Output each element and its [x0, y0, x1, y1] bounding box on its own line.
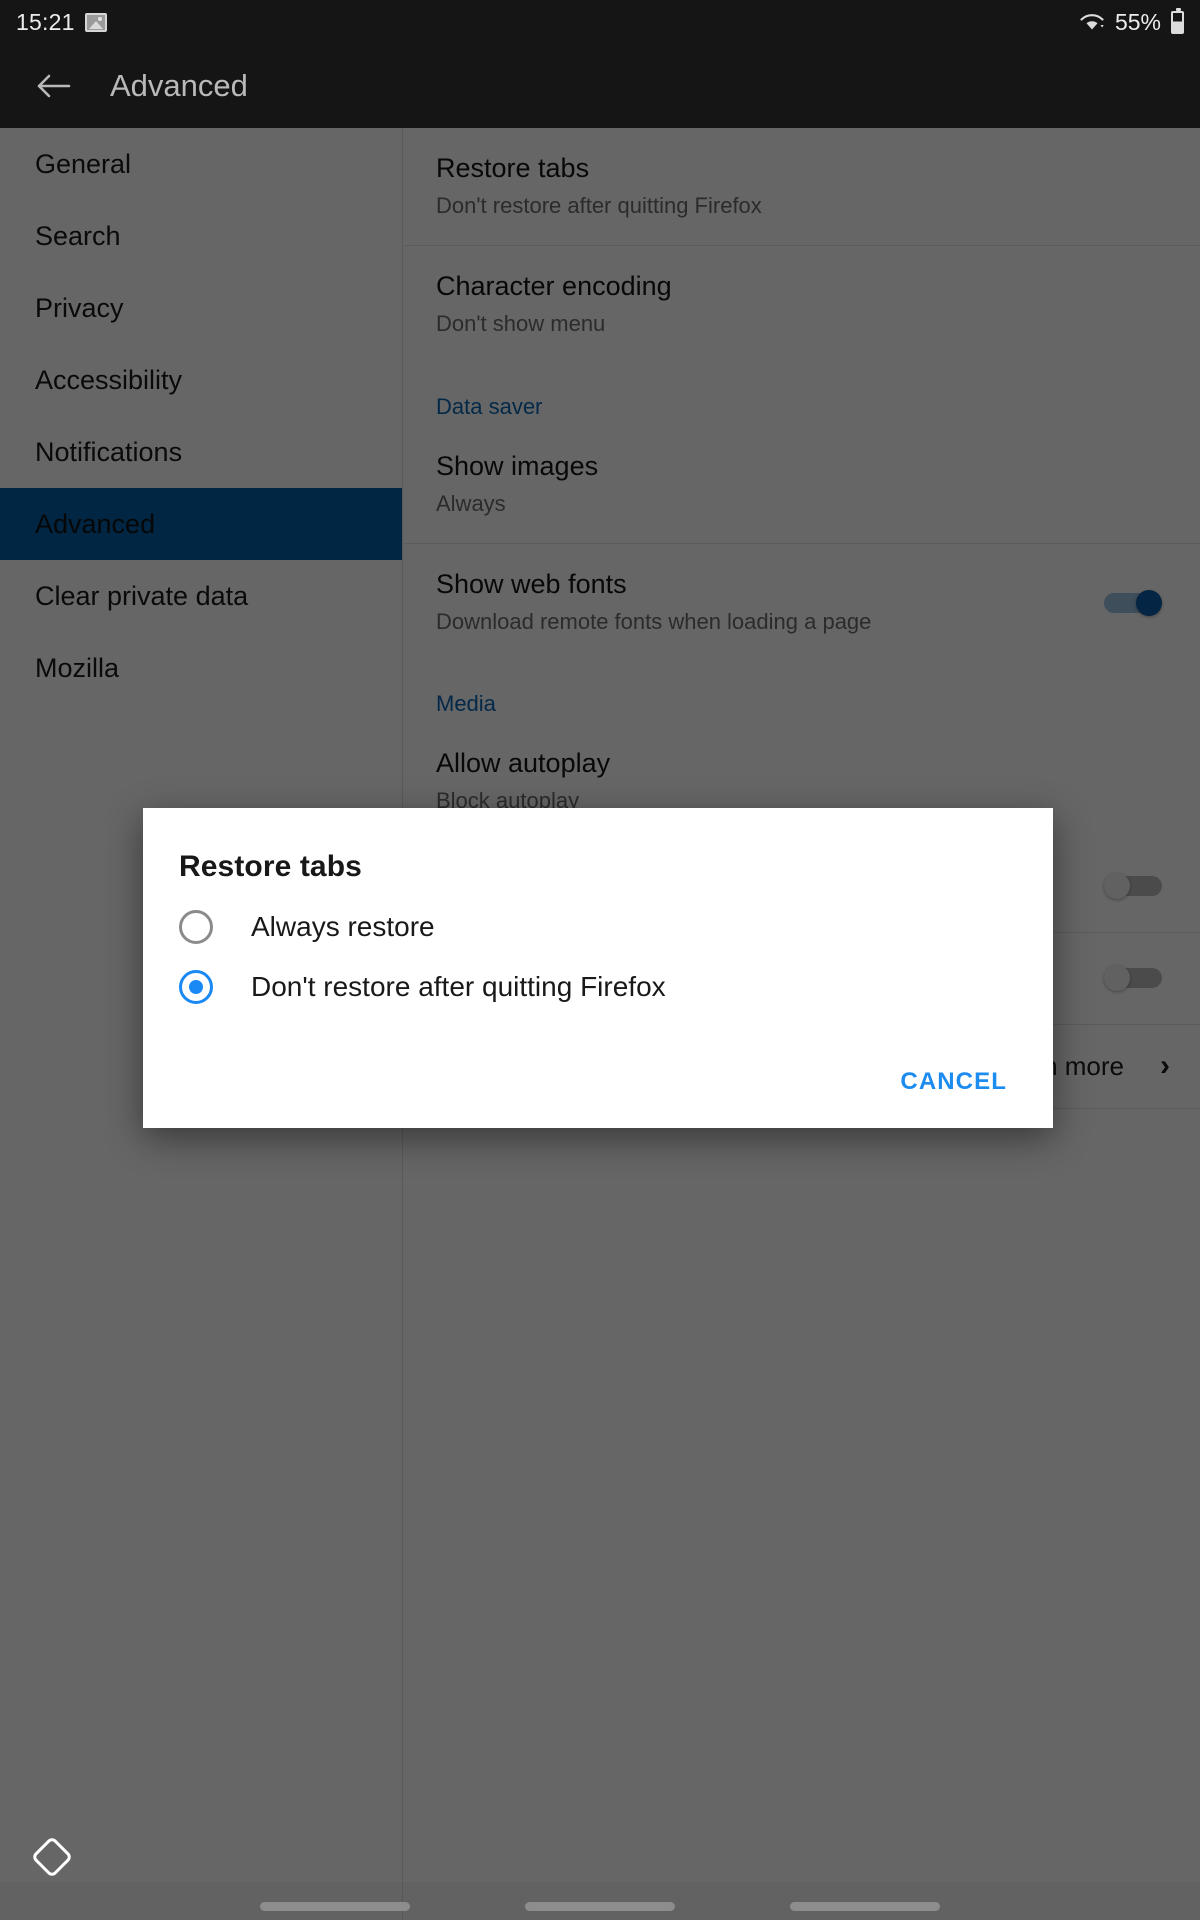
pref-show-web-fonts[interactable]: Show web fonts Download remote fonts whe…: [404, 544, 1200, 661]
toggle-knob: [1104, 965, 1130, 992]
toggle-knob: [1104, 873, 1130, 900]
pref-subtitle: Download remote fonts when loading a pag…: [436, 608, 872, 634]
toggle-obscured-1[interactable]: [1104, 873, 1162, 900]
sidebar-item-label: Notifications: [35, 436, 183, 467]
section-header-data-saver: Data saver: [436, 393, 543, 419]
photo-icon: [84, 12, 107, 32]
sidebar-item-label: Privacy: [35, 292, 124, 323]
clock: 15:21: [16, 8, 75, 35]
dialog-actions: CANCEL: [888, 1058, 1019, 1106]
sidebar-item-general[interactable]: General: [0, 128, 402, 200]
battery-icon: [1171, 7, 1184, 34]
pref-show-images[interactable]: Show images Always: [404, 426, 1200, 544]
radio-option-always-restore[interactable]: Always restore: [143, 910, 1053, 944]
sidebar-item-search[interactable]: Search: [0, 200, 402, 272]
sidebar-item-advanced[interactable]: Advanced: [0, 488, 402, 560]
screen: 15:21 55% Advanced General Search Privac…: [0, 0, 1200, 1920]
section-header-media: Media: [436, 691, 496, 717]
page-title: Advanced: [110, 68, 248, 103]
dialog-title: Restore tabs: [179, 850, 362, 883]
radio-icon[interactable]: [179, 910, 213, 944]
sidebar-item-notifications[interactable]: Notifications: [0, 416, 402, 488]
sidebar-item-accessibility[interactable]: Accessibility: [0, 344, 402, 416]
battery-percent: 55%: [1114, 8, 1161, 35]
status-bar-right: 55%: [1079, 7, 1184, 36]
radio-option-dont-restore[interactable]: Don't restore after quitting Firefox: [143, 970, 1053, 1004]
restore-tabs-dialog: Restore tabs Always restore Don't restor…: [143, 808, 1053, 1128]
sidebar-item-label: General: [35, 148, 132, 179]
pref-title: Character encoding: [436, 271, 672, 302]
status-bar-left: 15:21: [16, 9, 107, 36]
radio-label: Don't restore after quitting Firefox: [251, 971, 666, 1002]
cancel-button[interactable]: CANCEL: [888, 1058, 1019, 1106]
pref-subtitle: Don't restore after quitting Firefox: [436, 192, 762, 218]
sidebar-item-label: Accessibility: [35, 364, 183, 395]
pref-restore-tabs[interactable]: Restore tabs Don't restore after quittin…: [404, 128, 1200, 247]
pref-subtitle: Always: [436, 490, 506, 516]
chevron-right-icon: ›: [1160, 1049, 1170, 1083]
toggle-knob: [1136, 589, 1162, 616]
pref-subtitle: Don't show menu: [436, 311, 606, 337]
sidebar-item-clear-private-data[interactable]: Clear private data: [0, 560, 402, 632]
sidebar-item-label: Mozilla: [35, 652, 120, 683]
sidebar-item-privacy[interactable]: Privacy: [0, 272, 402, 344]
pref-title: Show images: [436, 450, 599, 481]
radio-label: Always restore: [251, 911, 435, 942]
pref-title: Restore tabs: [436, 153, 590, 183]
status-bar: 15:21 55%: [0, 0, 1200, 44]
wifi-icon: [1079, 12, 1105, 32]
sidebar-item-label: Clear private data: [35, 580, 249, 611]
toggle-obscured-2[interactable]: [1104, 965, 1162, 992]
back-arrow-icon[interactable]: [30, 63, 76, 109]
action-bar: Advanced: [0, 44, 1200, 128]
sidebar-item-label: Advanced: [35, 508, 156, 539]
radio-icon-selected[interactable]: [179, 970, 213, 1004]
pref-title: Allow autoplay: [436, 748, 611, 779]
pref-character-encoding[interactable]: Character encoding Don't show menu: [404, 246, 1200, 363]
sidebar-item-mozilla[interactable]: Mozilla: [0, 632, 402, 704]
sidebar-item-label: Search: [35, 220, 121, 251]
pref-title: Show web fonts: [436, 568, 627, 599]
toggle-show-web-fonts[interactable]: [1104, 589, 1162, 616]
